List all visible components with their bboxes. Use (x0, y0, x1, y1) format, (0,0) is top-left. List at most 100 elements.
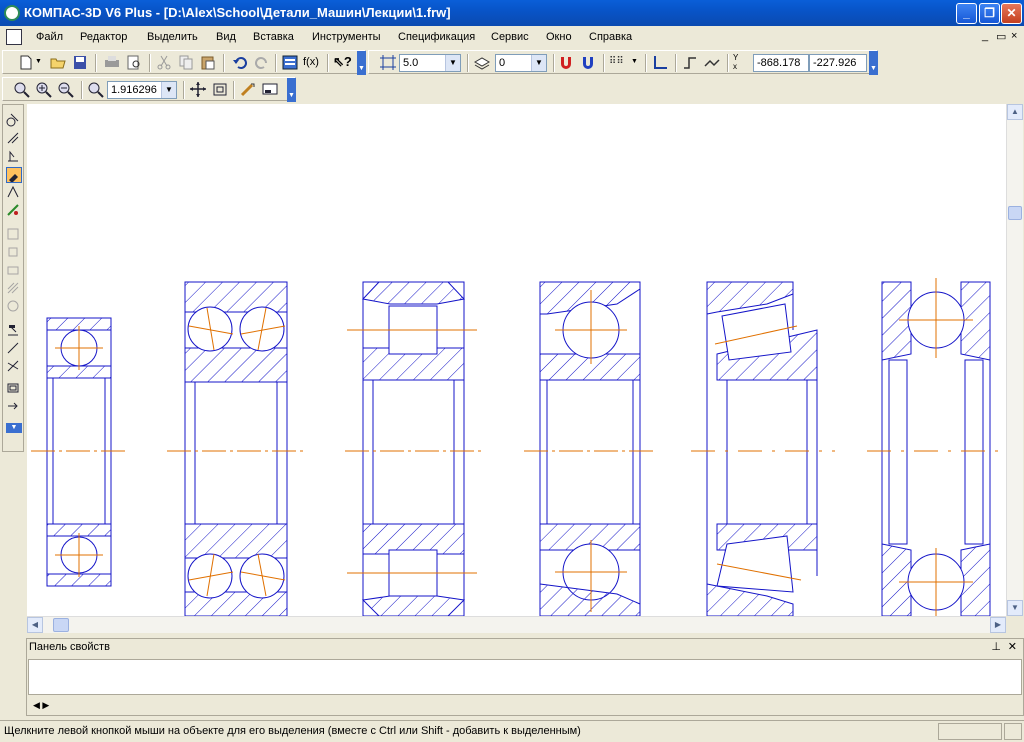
zoom-all-icon[interactable] (211, 81, 229, 98)
properties-panel-title: Панель свойств (29, 641, 110, 653)
step-dropdown-icon[interactable]: ▼ (445, 55, 460, 71)
zoom-dropdown-icon[interactable]: ▼ (161, 82, 176, 98)
redo-icon[interactable] (253, 54, 271, 71)
minimize-button[interactable]: _ (956, 3, 977, 24)
mdi-close-button[interactable]: × (1011, 30, 1017, 42)
grid-dropdown-icon[interactable]: ▼ (631, 58, 639, 75)
coord-y-field[interactable]: -227.926 (809, 54, 867, 72)
grid-step-icon[interactable] (379, 54, 397, 71)
save-icon[interactable] (71, 54, 89, 71)
variables-fx-icon[interactable]: f(x) (303, 56, 321, 73)
layer-dropdown-icon[interactable]: ▼ (531, 55, 546, 71)
pan-icon[interactable] (189, 81, 207, 98)
arrow-icon[interactable] (6, 399, 22, 415)
view-toolbar-options-icon[interactable]: ▼ (287, 78, 296, 102)
dimensions-icon[interactable] (6, 131, 22, 147)
snap-magnet-icon[interactable] (557, 54, 575, 71)
measure-icon[interactable] (6, 203, 22, 219)
ortho-mode-icon[interactable] (681, 54, 699, 71)
compact-toolbar-options-icon[interactable]: ▼ (6, 423, 22, 433)
menu-tools[interactable]: Инструменты (312, 31, 381, 43)
view-object-icon[interactable] (6, 381, 22, 397)
compact-toolbar: ▼ (2, 104, 24, 452)
standard-toolbar: ▼ f(x) ⇖? ▼ (2, 50, 366, 75)
status-bar: Щелкните левой кнопкой мыши на объекте д… (0, 720, 1024, 742)
fragment-icon[interactable] (6, 263, 22, 279)
copy-icon[interactable] (177, 54, 195, 71)
line-icon[interactable] (6, 341, 22, 357)
geometry-icon[interactable] (6, 113, 22, 129)
undo-icon[interactable] (231, 54, 249, 71)
display-icon[interactable] (261, 81, 279, 98)
intersection-icon[interactable] (6, 359, 22, 375)
drawing-canvas[interactable] (27, 104, 1006, 616)
zoom-combo[interactable]: 1.916296 ▼ (107, 81, 177, 99)
resize-grip-icon[interactable] (1004, 723, 1022, 740)
new-document-icon[interactable] (17, 54, 35, 71)
bearing-2-self-aligning[interactable] (184, 281, 288, 616)
kompas-app-icon[interactable] (4, 5, 20, 21)
horizontal-scroll-thumb[interactable] (53, 618, 69, 632)
menu-select[interactable]: Выделить (147, 31, 198, 43)
new-dropdown-icon[interactable]: ▼ (35, 58, 43, 75)
bearing-4-angular-contact[interactable] (539, 281, 641, 616)
layer-combo[interactable]: 0 ▼ (495, 54, 547, 72)
grid-toggle-icon[interactable]: ⠿⠿ (609, 56, 627, 73)
zoom-scale-icon[interactable] (87, 81, 105, 98)
menu-insert[interactable]: Вставка (253, 31, 294, 43)
print-preview-icon[interactable] (125, 54, 143, 71)
designations-icon[interactable] (6, 149, 22, 165)
scroll-left-icon[interactable]: ◀ (27, 617, 43, 633)
zoom-in-icon[interactable] (35, 81, 53, 98)
open-folder-icon[interactable] (49, 54, 67, 71)
library-icon[interactable] (6, 299, 22, 315)
scroll-right-icon[interactable]: ▶ (990, 617, 1006, 633)
local-cs-icon[interactable] (651, 54, 669, 71)
vertical-scrollbar[interactable]: ▲ ▼ (1006, 104, 1023, 616)
pin-icon[interactable]: ⊥ (991, 640, 1001, 653)
menu-edit[interactable]: Редактор (80, 31, 127, 43)
selection-icon[interactable] (6, 227, 22, 243)
step-combo[interactable]: 5.0 ▼ (399, 54, 461, 72)
cut-icon[interactable] (155, 54, 173, 71)
panel-nav-arrows-icon[interactable]: ◀ ▶ (33, 700, 49, 711)
scroll-up-icon[interactable]: ▲ (1007, 104, 1023, 120)
refresh-icon[interactable] (239, 81, 257, 98)
manager-icon[interactable] (281, 54, 299, 71)
close-button[interactable]: ✕ (1001, 3, 1022, 24)
zoom-window-icon[interactable] (13, 81, 31, 98)
local-snap-icon[interactable] (579, 54, 597, 71)
mdi-minimize-button[interactable]: _ (982, 30, 988, 42)
menu-view[interactable]: Вид (216, 31, 236, 43)
round-mode-icon[interactable] (703, 54, 721, 71)
state-toolbar-options-icon[interactable]: ▼ (869, 51, 878, 75)
document-icon[interactable] (6, 29, 22, 45)
drawing-icon[interactable] (6, 323, 22, 339)
paste-icon[interactable] (199, 54, 217, 71)
menu-bar: Файл Редактор Выделить Вид Вставка Инстр… (0, 26, 1024, 48)
menu-help[interactable]: Справка (589, 31, 632, 43)
horizontal-scrollbar[interactable]: ◀ ▶ (27, 616, 1006, 633)
toolbar-options-icon[interactable]: ▼ (357, 51, 366, 75)
layer-value: 0 (499, 57, 506, 69)
help-cursor-icon[interactable]: ⇖? (333, 54, 352, 71)
menu-file[interactable]: Файл (36, 31, 63, 43)
panel-close-icon[interactable]: ✕ (1008, 640, 1017, 653)
mdi-restore-button[interactable]: ▭ (996, 30, 1006, 43)
zoom-out-icon[interactable] (57, 81, 75, 98)
vertical-scroll-thumb[interactable] (1008, 206, 1022, 220)
menu-service[interactable]: Сервис (491, 31, 529, 43)
hatch-icon[interactable] (6, 281, 22, 297)
menu-window[interactable]: Окно (546, 31, 572, 43)
bearing-3-cylindrical-roller[interactable] (361, 281, 466, 616)
spec-object-icon[interactable] (6, 245, 22, 261)
coord-x-field[interactable]: -868.178 (753, 54, 809, 72)
maximize-button[interactable]: ❐ (979, 3, 1000, 24)
menu-specification[interactable]: Спецификация (398, 31, 475, 43)
bearing-5-tapered-roller[interactable] (706, 281, 818, 616)
print-icon[interactable] (103, 54, 121, 71)
layers-icon[interactable] (473, 54, 491, 71)
parametrization-icon[interactable] (6, 185, 22, 201)
scroll-down-icon[interactable]: ▼ (1007, 600, 1023, 616)
edit-icon[interactable] (6, 167, 22, 183)
